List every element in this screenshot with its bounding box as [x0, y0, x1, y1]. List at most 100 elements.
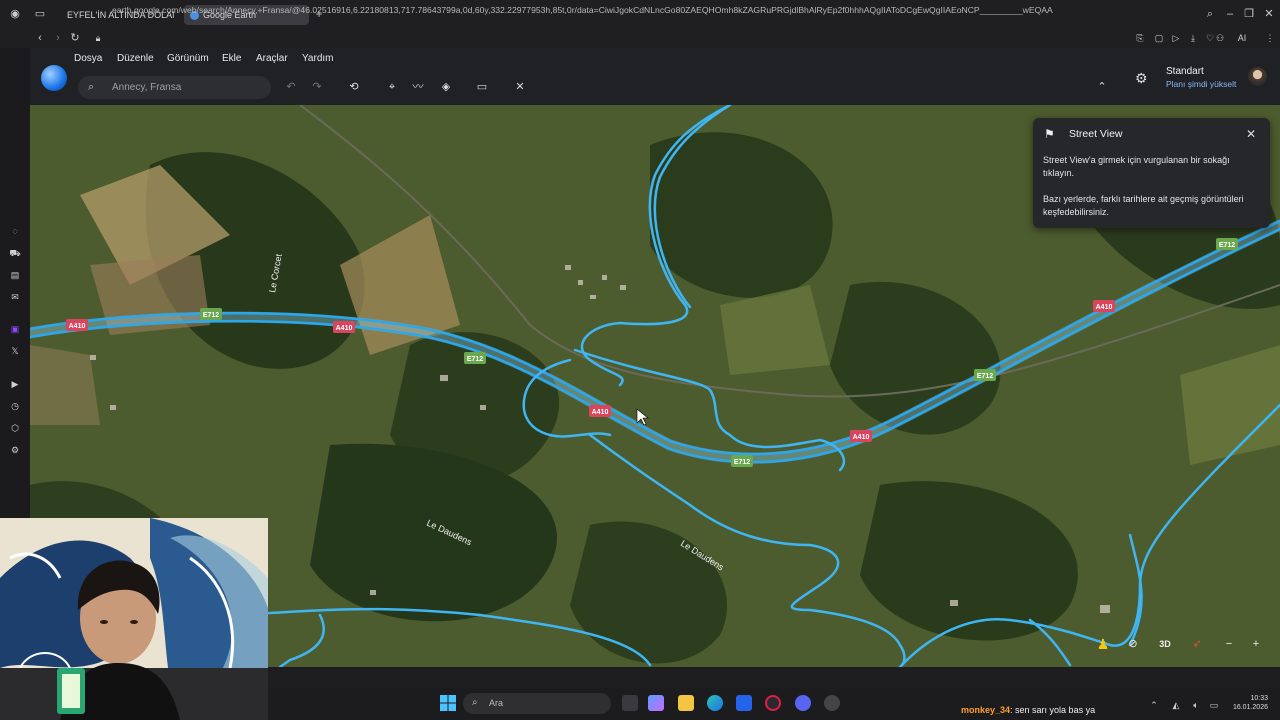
browser-sidebar: ◌ ⛟ ▤ ✉ ▣ 𝕏 ▶ ◷ ⬡ ⚙ [0, 48, 30, 518]
sidebar-x-icon[interactable]: 𝕏 [9, 345, 21, 357]
download-icon[interactable]: ⤓ [1187, 31, 1199, 45]
stream-chat-message: monkey_34: sen sarı yola bas ya [961, 705, 1095, 715]
street-view-title: Street View [1069, 128, 1123, 140]
zoom-in-button[interactable]: + [1245, 634, 1267, 654]
chat-username: monkey_34 [961, 705, 1011, 715]
svg-text:A410: A410 [1096, 304, 1113, 311]
road-shield-a410: A410 [589, 405, 611, 417]
chat-text: : sen sarı yola bas ya [1010, 705, 1096, 715]
layers-icon[interactable]: ◈ [439, 80, 453, 94]
discord-icon[interactable] [795, 695, 811, 711]
menu-file[interactable]: Dosya [74, 53, 102, 64]
road-shield-a410: A410 [66, 319, 88, 331]
road-shield-e712: E712 [731, 455, 753, 467]
snapshot-icon[interactable]: ▢ [1153, 31, 1165, 45]
battery-icon[interactable]: ▭ [1208, 698, 1220, 712]
pegman-icon[interactable]: ♟ [1092, 634, 1114, 654]
menu-edit[interactable]: Düzenle [117, 53, 154, 64]
search-icon: ⌕ [88, 81, 95, 93]
more-menu-icon[interactable]: ⋮ [1264, 31, 1276, 45]
bookmark-icon[interactable]: ⎘ [1134, 31, 1146, 45]
road-shield-a410: A410 [850, 430, 872, 442]
network-icon[interactable]: ◭ [1170, 698, 1182, 712]
close-icon[interactable]: ✕ [1246, 127, 1256, 141]
play-icon[interactable]: ▷ [1170, 31, 1182, 45]
street-view-tool-icon[interactable]: ✕ [513, 80, 527, 94]
webcam-feed-image [0, 518, 268, 720]
url-field[interactable]: earth.google.com/web/search/Annecy,+Fran… [112, 3, 1122, 17]
lock-icon: 🔒︎ [95, 33, 101, 43]
opera-icon[interactable] [765, 695, 781, 711]
search-tabs-icon[interactable]: ⌕ [1203, 7, 1217, 21]
street-view-history-note: Bazı yerlerde, farklı tarihlere ait geçm… [1043, 194, 1244, 217]
svg-text:E712: E712 [467, 356, 483, 363]
sidebar-shopping-icon[interactable]: ⛟ [9, 247, 21, 259]
sidebar-history-icon[interactable]: ◷ [9, 400, 21, 412]
google-earth-logo[interactable] [41, 65, 67, 91]
windows-start-icon[interactable] [440, 695, 456, 711]
minimize-icon[interactable]: – [1223, 7, 1237, 21]
svg-text:A410: A410 [592, 409, 609, 416]
sidebar-player-icon[interactable]: ▶ [9, 378, 21, 390]
taskbar-search-label: Ara [489, 698, 504, 708]
browser-menu-icon[interactable]: ◉ [8, 7, 22, 21]
reload-icon[interactable]: ↻ [69, 31, 81, 45]
volume-icon[interactable]: 🔈︎ [1190, 698, 1202, 712]
profile-icon[interactable]: ⚇ [1214, 31, 1226, 45]
path-icon[interactable]: 〰 [411, 80, 425, 94]
tray-chevron-icon[interactable]: ⌃ [1148, 698, 1160, 712]
collapse-toolbar-icon[interactable]: ⌃ [1095, 80, 1109, 94]
sidebar-ai-icon[interactable]: ◌ [9, 225, 21, 237]
sidebar-messenger-icon[interactable]: ✉ [9, 291, 21, 303]
copilot-icon[interactable] [648, 695, 664, 711]
file-explorer-icon[interactable] [678, 695, 694, 711]
ai-button[interactable]: AI [1232, 31, 1252, 45]
placemark-icon[interactable]: ⌖ [385, 80, 399, 94]
compass-icon[interactable]: ➶ [1186, 634, 1208, 654]
historical-imagery-icon[interactable]: ⟲ [347, 80, 361, 94]
forward-icon[interactable]: › [52, 31, 64, 45]
hide-streetview-icon[interactable]: ⊘ [1122, 634, 1144, 654]
system-clock[interactable]: 10:33 16.01.2026 [1228, 694, 1268, 712]
redo-icon[interactable]: ↷ [310, 80, 324, 94]
sidebar-extensions-icon[interactable]: ⬡ [9, 422, 21, 434]
road-shield-a410: A410 [1093, 300, 1115, 312]
tab-manager-icon[interactable]: ▭ [33, 7, 47, 21]
svg-text:A410: A410 [853, 434, 870, 441]
road-shield-e712: E712 [200, 308, 222, 320]
svg-text:A410: A410 [69, 323, 86, 330]
menu-add[interactable]: Ekle [222, 53, 241, 64]
webcam-overlay [0, 518, 268, 720]
search-icon: ⌕ [472, 697, 478, 708]
field [30, 345, 100, 425]
task-view-icon[interactable] [622, 695, 638, 711]
undo-icon[interactable]: ↶ [284, 80, 298, 94]
back-icon[interactable]: ‹ [34, 31, 46, 45]
menu-tools[interactable]: Araçlar [256, 53, 288, 64]
edge-icon[interactable] [707, 695, 723, 711]
sidebar-wallet-icon[interactable]: ▤ [9, 269, 21, 281]
address-bar [0, 28, 1280, 48]
menu-view[interactable]: Görünüm [167, 53, 209, 64]
measure-icon[interactable]: ▭ [475, 80, 489, 94]
sidebar-twitch-icon[interactable]: ▣ [9, 323, 21, 335]
menu-help[interactable]: Yardım [302, 53, 334, 64]
avatar[interactable] [1248, 67, 1267, 86]
toggle-3d-button[interactable]: 3D [1154, 634, 1176, 654]
svg-text:A410: A410 [336, 325, 353, 332]
close-window-icon[interactable]: ✕ [1262, 7, 1276, 21]
sidebar-settings-icon[interactable]: ⚙ [9, 444, 21, 456]
search-input[interactable] [112, 80, 262, 95]
street-view-instruction: Street View'a girmek için vurgulanan bir… [1043, 155, 1230, 178]
upgrade-plan-link[interactable]: Planı şimdi yükselt [1166, 79, 1236, 89]
road-shield-e712: E712 [974, 369, 996, 381]
clock-date: 16.01.2026 [1232, 704, 1268, 711]
settings-gear-icon[interactable]: ⚙ [1135, 70, 1148, 87]
store-icon[interactable] [736, 695, 752, 711]
road-shield-e712: E712 [464, 352, 486, 364]
svg-text:E712: E712 [203, 312, 219, 319]
taskbar-search-box[interactable] [463, 693, 611, 714]
zoom-out-button[interactable]: − [1218, 634, 1240, 654]
obs-icon[interactable] [824, 695, 840, 711]
restore-icon[interactable]: ❐ [1242, 7, 1256, 21]
